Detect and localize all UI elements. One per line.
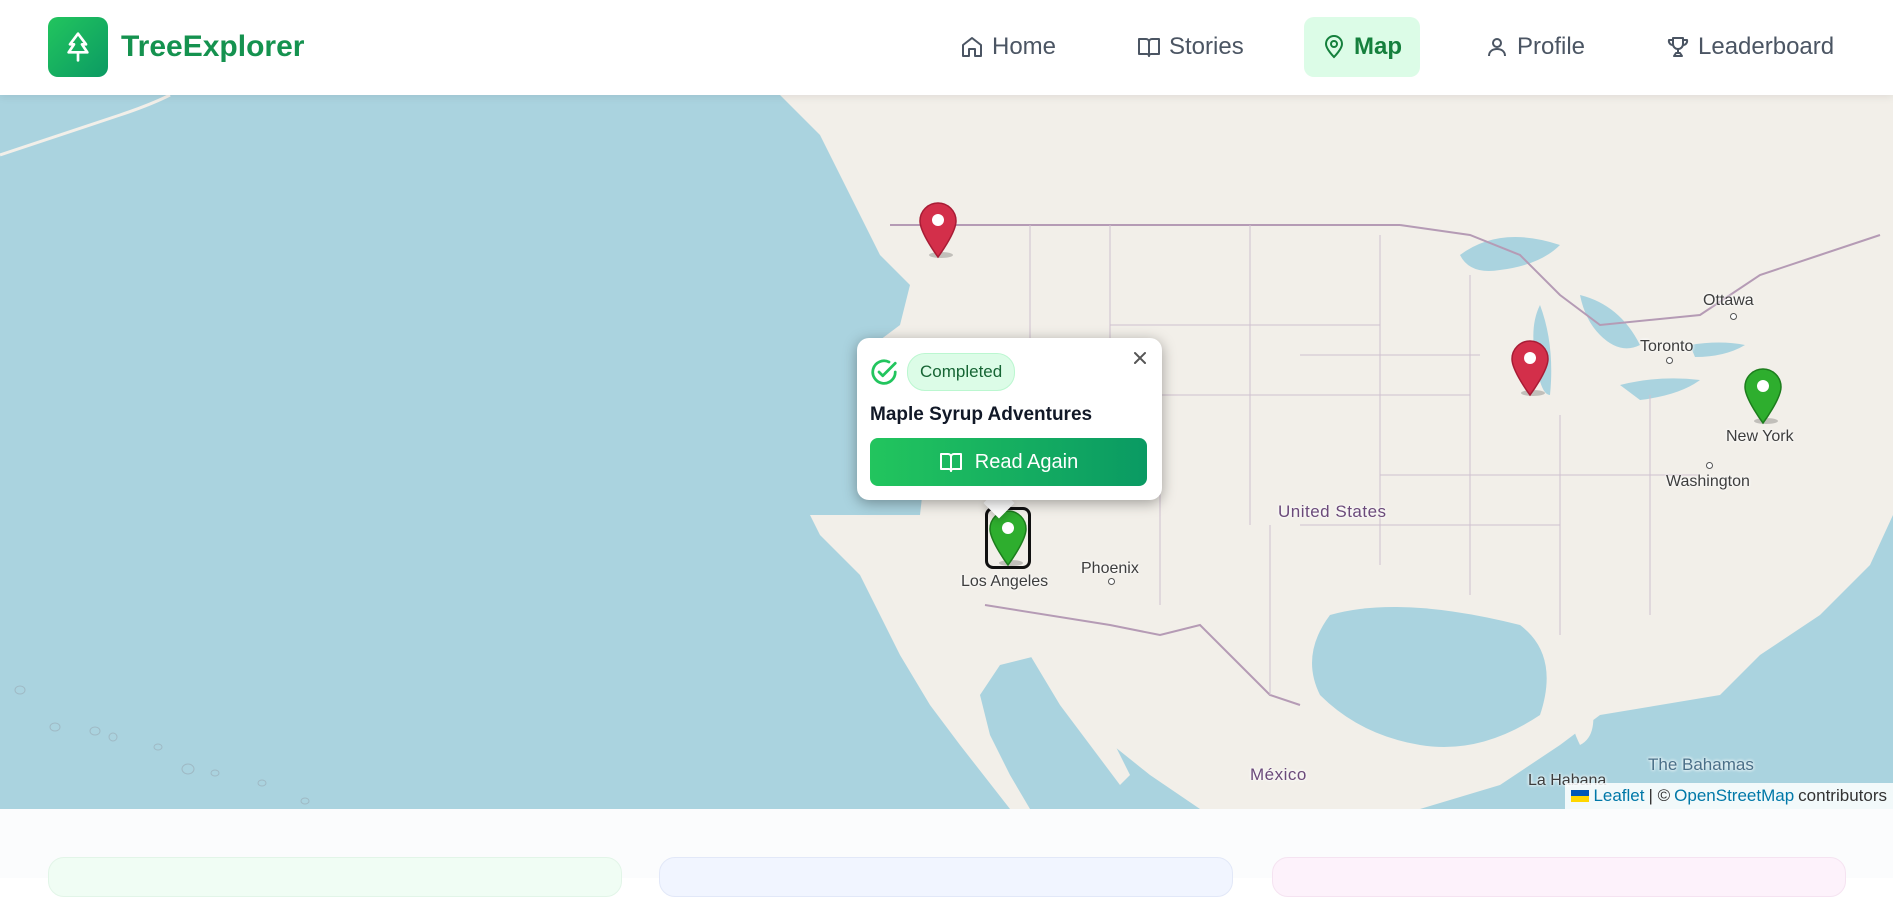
attribution-separator: | © [1648,786,1671,805]
city-dot [1666,357,1673,364]
marker-new-york[interactable] [1742,367,1784,425]
city-dot [1706,462,1713,469]
story-title: Maple Syrup Adventures [870,404,1093,425]
read-again-label: Read Again [974,450,1079,473]
nav-profile[interactable]: Profile [1485,17,1585,77]
stat-card [659,857,1233,897]
read-again-button[interactable]: Read Again [870,438,1147,486]
leaflet-link[interactable]: Leaflet [1593,786,1644,806]
close-icon [1134,352,1146,364]
home-icon [962,37,982,57]
marker-seattle[interactable] [917,201,959,259]
stats-cards [0,809,1893,897]
nav-map-label: Map [1354,33,1402,60]
nav-map[interactable]: Map [1304,17,1420,77]
stat-card [1272,857,1846,897]
popup-close-button[interactable] [1128,346,1152,370]
check-circle-icon [871,359,897,385]
main-nav: Home Stories Map Profile Leaderboard [0,17,1893,77]
nav-profile-label: Profile [1517,33,1586,60]
place-new-york: New York [1726,428,1794,445]
user-icon [1488,38,1506,57]
nav-stories-label: Stories [1169,33,1244,60]
map-attribution: Leaflet | © OpenStreetMap contributors [1565,783,1893,809]
status-badge: Completed [907,353,1016,391]
map-pin-icon [1324,35,1344,59]
marker-chicago[interactable] [1509,339,1551,397]
city-dot [1730,313,1737,320]
book-icon [939,453,962,472]
trophy-icon [1667,37,1689,57]
osm-link[interactable]: OpenStreetMap [1674,786,1794,806]
place-washington: Washington [1666,473,1750,490]
place-toronto: Toronto [1640,338,1694,355]
place-mexico: México [1250,765,1307,784]
ukraine-flag-icon [1571,790,1590,802]
place-ottawa: Ottawa [1703,292,1754,309]
nav-home[interactable]: Home [960,17,1056,77]
place-united-states: United States [1278,502,1387,521]
attribution-suffix: contributors [1798,786,1887,805]
place-bahamas: The Bahamas [1648,755,1754,774]
book-icon [1138,38,1160,57]
marker-los-angeles[interactable] [985,507,1031,569]
story-popup: Completed Maple Syrup Adventures Read Ag… [857,338,1162,500]
nav-leaderboard-label: Leaderboard [1698,33,1835,60]
place-phoenix: Phoenix [1081,560,1139,577]
nav-home-label: Home [992,33,1057,60]
stat-card [48,857,622,897]
nav-leaderboard[interactable]: Leaderboard [1666,17,1834,77]
city-dot [1108,578,1115,585]
status-row: Completed [869,353,1016,391]
nav-stories[interactable]: Stories [1137,17,1244,77]
top-navbar: TreeExplorer Home Stories Map Profile Le… [0,0,1893,95]
place-los-angeles: Los Angeles [961,573,1049,590]
